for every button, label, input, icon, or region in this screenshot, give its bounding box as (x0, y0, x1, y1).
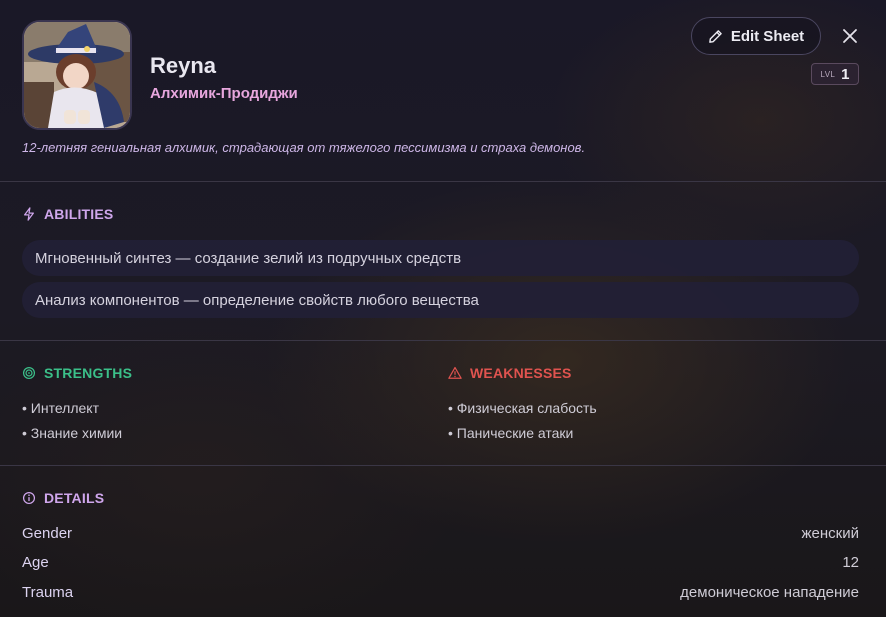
strength-item: • Интеллект (22, 400, 99, 416)
detail-label-gender: Gender (22, 525, 73, 542)
details-heading-label: DETAILS (44, 490, 105, 506)
character-sheet: Reyna Алхимик-Продиджи Edit Sheet LVL 1 … (0, 0, 886, 617)
info-icon (22, 491, 36, 505)
detail-value-gender: женский (801, 525, 859, 542)
level-value: 1 (841, 65, 850, 83)
strength-item: • Знание химии (22, 425, 123, 441)
weaknesses-heading-label: WEAKNESSES (470, 365, 572, 381)
pencil-icon (708, 29, 722, 43)
weakness-item: • Панические атаки (448, 425, 574, 441)
avatar (22, 20, 132, 130)
detail-label-trauma: Trauma (22, 584, 74, 601)
warning-icon (448, 366, 462, 379)
edit-sheet-button[interactable]: Edit Sheet (691, 17, 821, 55)
strengths-heading: STRENGTHS (22, 365, 132, 381)
detail-label-age: Age (22, 554, 49, 571)
detail-value-trauma: демоническое нападение (680, 584, 859, 601)
details-heading: DETAILS (22, 490, 104, 506)
abilities-heading-label: ABILITIES (44, 206, 114, 222)
close-button[interactable] (838, 24, 862, 48)
weakness-item: • Физическая слабость (448, 400, 597, 416)
close-icon (843, 29, 857, 43)
strengths-heading-label: STRENGTHS (44, 365, 133, 381)
ability-item: Анализ компонентов — определение свойств… (22, 282, 859, 318)
character-portrait-image (24, 22, 130, 128)
detail-value-age: 12 (842, 554, 859, 571)
level-badge: LVL 1 (811, 63, 859, 85)
divider (0, 181, 886, 182)
weaknesses-heading: WEAKNESSES (448, 365, 572, 381)
character-description: 12-летняя гениальная алхимик, страдающая… (22, 140, 586, 155)
edit-sheet-label: Edit Sheet (730, 27, 805, 45)
target-icon (22, 366, 36, 380)
level-label: LVL (820, 69, 836, 79)
character-name: Reyna (150, 53, 217, 78)
divider (0, 465, 886, 466)
ability-item: Мгновенный синтез — создание зелий из по… (22, 240, 859, 276)
character-title: Алхимик-Продиджи (150, 85, 298, 102)
divider (0, 340, 886, 341)
lightning-icon (24, 207, 34, 221)
abilities-heading: ABILITIES (22, 206, 113, 222)
